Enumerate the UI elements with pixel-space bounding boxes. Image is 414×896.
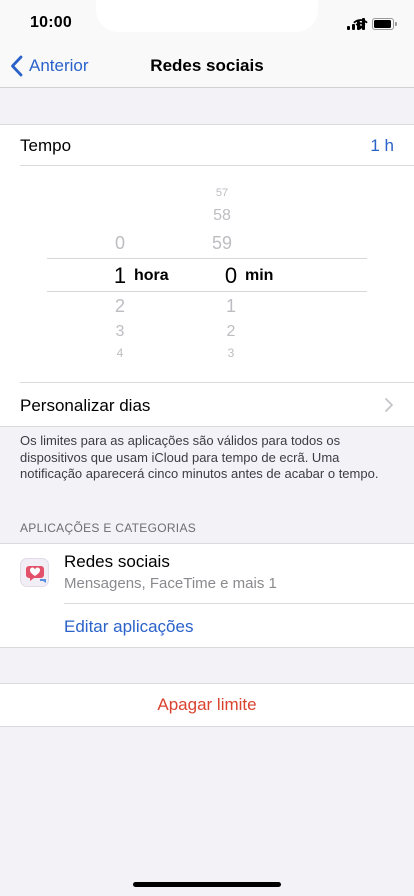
chevron-right-icon [385,398,393,412]
notch [96,0,318,32]
edit-apps-button[interactable]: Editar aplicações [64,617,193,637]
picker-minute-above[interactable]: 57 [205,188,239,198]
wifi-icon [353,19,368,30]
app-category-title: Redes sociais [64,552,170,571]
delete-limit-button[interactable]: Apagar limite [0,684,414,726]
apps-group [0,544,414,647]
app-category-subtitle: Mensagens, FaceTime e mais 1 [64,575,277,592]
section-header: APLICAÇÕES E CATEGORIAS [20,521,197,535]
picker-hour-above[interactable]: 0 [108,233,132,254]
social-bubbles-icon [20,558,49,587]
home-indicator[interactable] [133,882,281,887]
picker-hour-below[interactable]: 2 [108,296,132,317]
picker-minute-below[interactable]: 3 [219,346,243,358]
minute-unit: min [245,267,274,284]
picker-minute-above[interactable]: 59 [205,233,239,254]
tempo-label[interactable]: Tempo [20,136,71,156]
limits-footnote: Os limites para as aplicações são válido… [20,433,379,482]
page-title: Redes sociais [150,56,264,75]
picker-minute-above[interactable]: 58 [205,207,239,225]
navigation-bar: Anterior Redes sociais [0,44,414,88]
picker-hour-selected[interactable]: 1 [108,263,132,289]
picker-minute-selected[interactable]: 0 [219,263,243,289]
status-bar: 10:00 [0,0,414,44]
picker-hour-below[interactable]: 4 [108,346,132,358]
tempo-value[interactable]: 1 h [370,136,394,156]
screen: 10:00 Anterior Redes sociais Tempo 1 h 0… [0,0,414,896]
picker-selection-band [47,258,367,292]
picker-minute-below[interactable]: 1 [219,296,243,317]
personalizar-dias-label: Personalizar dias [20,396,151,415]
hour-unit: hora [134,267,169,284]
battery-icon [372,18,397,30]
status-time: 10:00 [30,14,72,31]
picker-minute-below[interactable]: 2 [219,323,243,341]
picker-hour-below[interactable]: 3 [108,323,132,341]
